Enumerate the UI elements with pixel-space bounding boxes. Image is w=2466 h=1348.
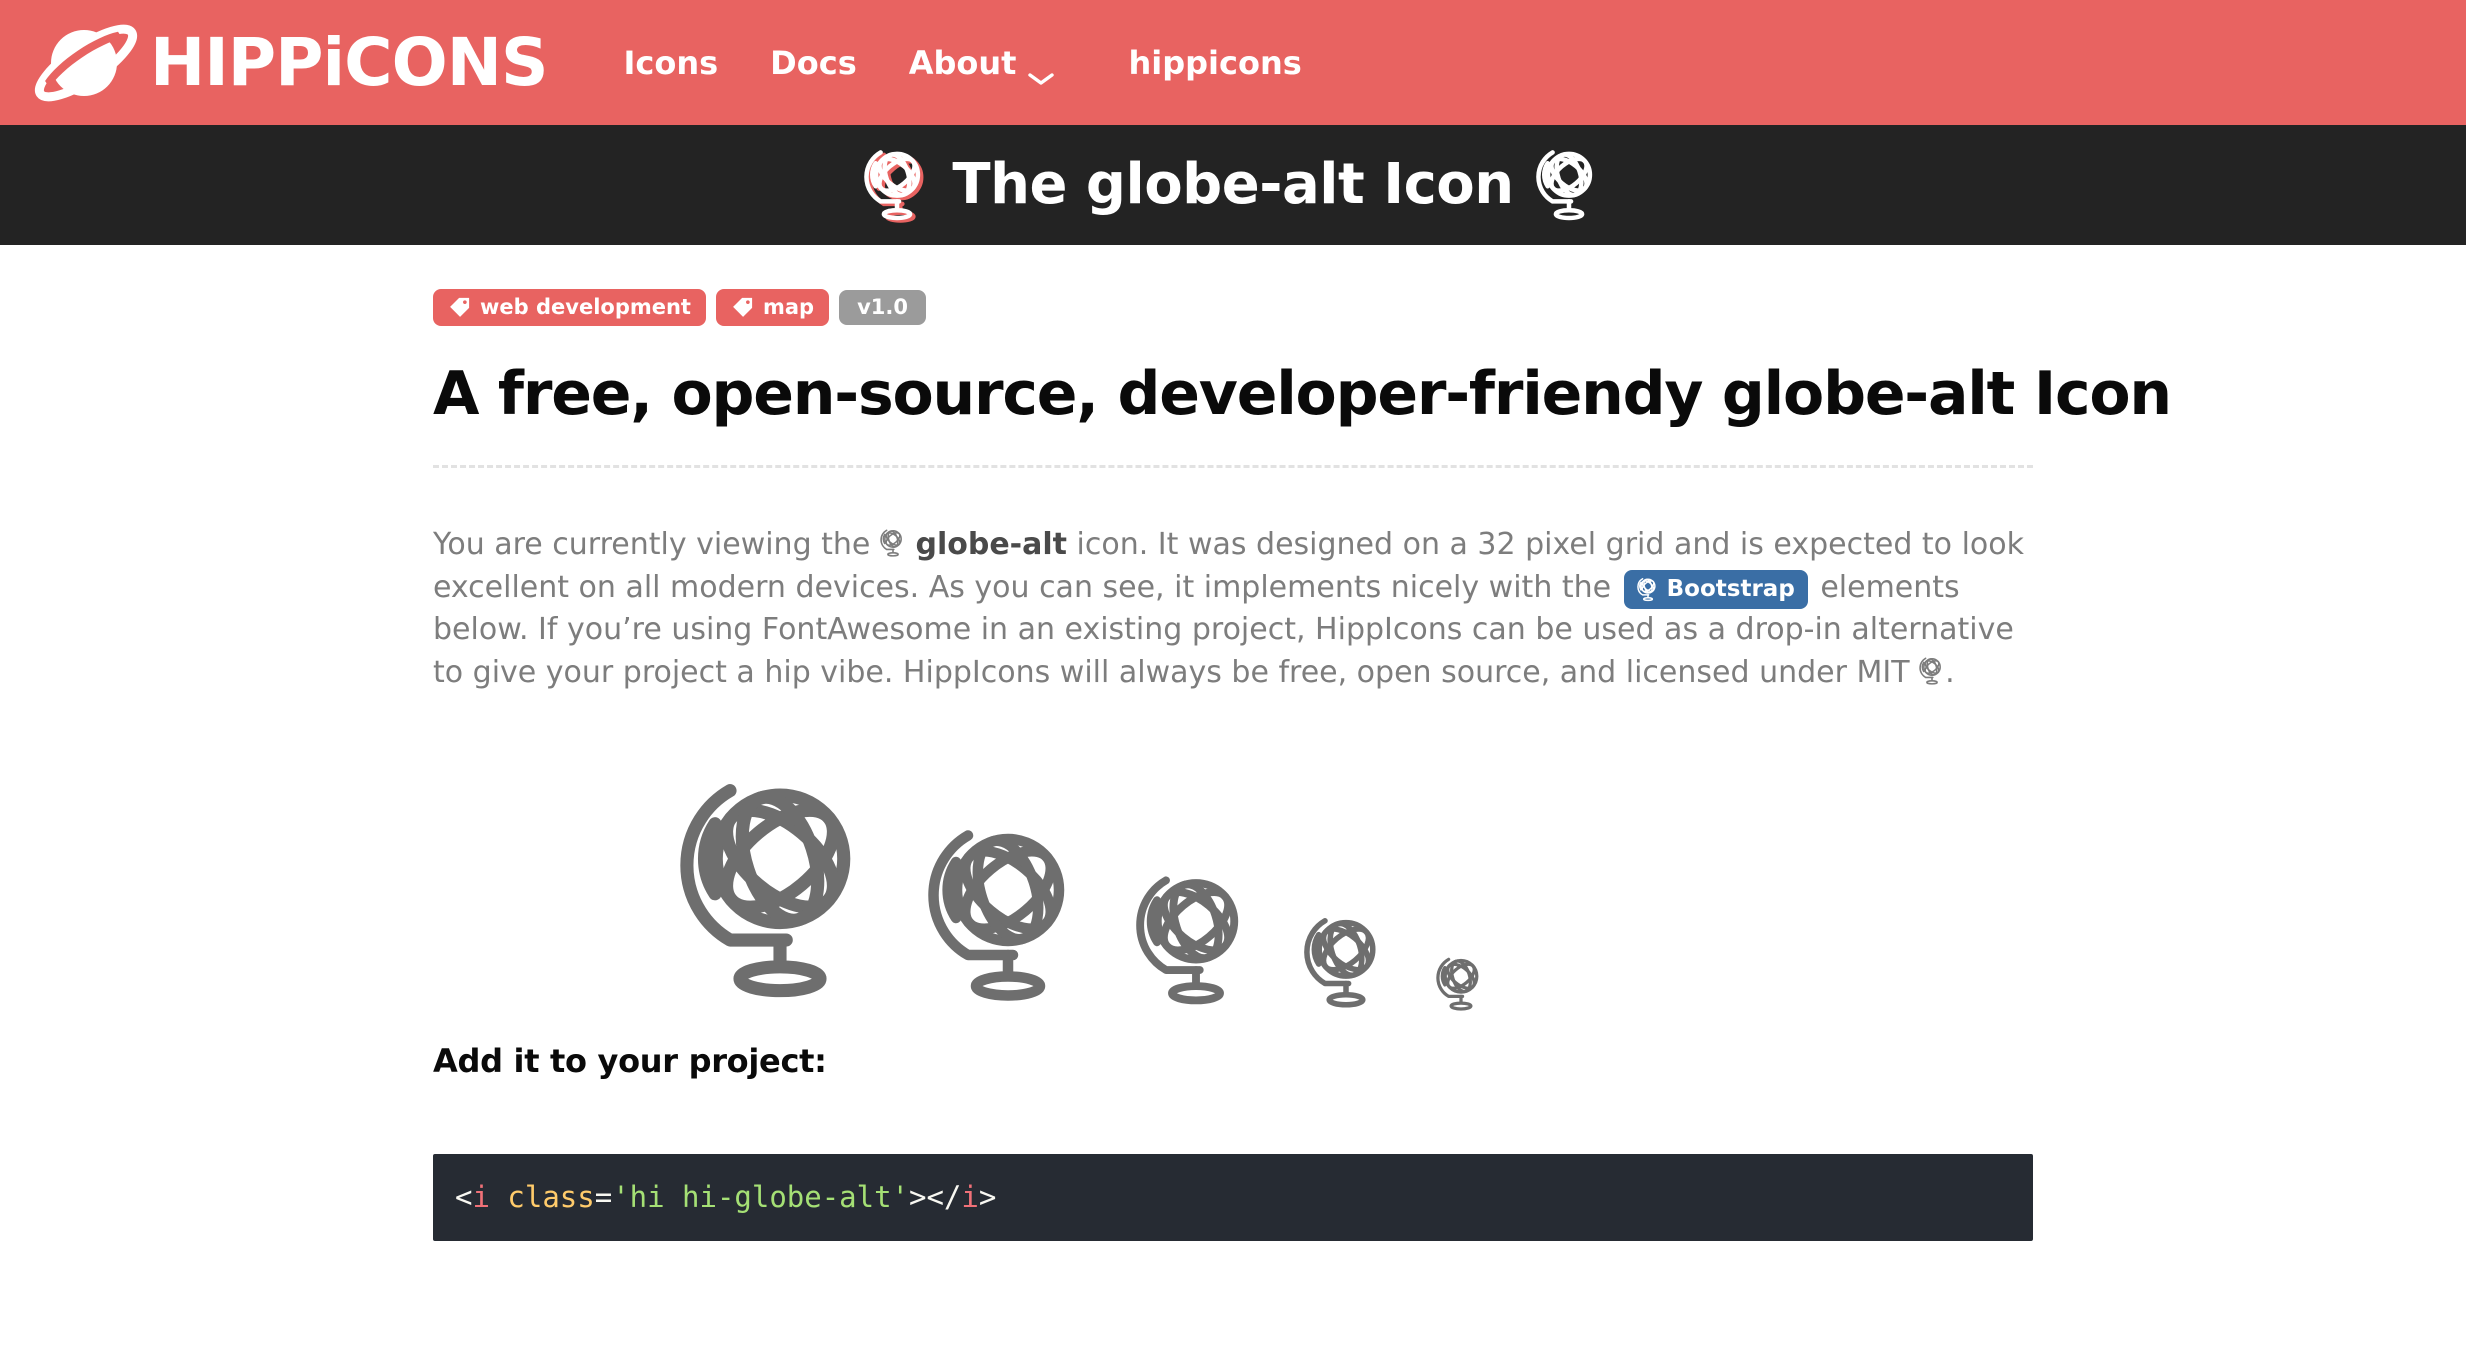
tag-icon xyxy=(731,296,754,319)
code-token-9: > xyxy=(978,1180,997,1215)
badge-map[interactable]: map xyxy=(715,289,830,326)
globe-alt-icon-inline-1 xyxy=(880,527,906,559)
intro-text-part4: . xyxy=(1945,654,1955,690)
intro-text-part1: You are currently viewing the xyxy=(433,527,880,562)
code-token-1: i xyxy=(472,1180,490,1215)
planet-icon xyxy=(34,15,142,111)
icon-name-bold: globe-alt xyxy=(915,527,1067,562)
top-navbar: HIPPiCONS Icons Docs About hippicons xyxy=(0,0,2466,125)
badge-version-label: v1.0 xyxy=(857,295,908,319)
bootstrap-badge[interactable]: Bootstrap xyxy=(1623,569,1808,609)
badge-map-label: map xyxy=(762,295,815,319)
nav-item-docs[interactable]: Docs xyxy=(744,34,883,92)
code-token-4: = xyxy=(594,1180,613,1215)
code-token-3: class xyxy=(507,1180,595,1215)
nav-item-hippicons-label: hippicons xyxy=(1128,43,1302,82)
globe-alt-icon-size-1 xyxy=(680,765,880,1020)
page-content: web development map v1.0 A free, open-so… xyxy=(433,245,2172,1242)
globe-alt-icon-size-4 xyxy=(1304,910,1388,1020)
badge-version: v1.0 xyxy=(839,290,926,325)
globe-alt-icon-size-5 xyxy=(1436,953,1486,1020)
code-token-5: 'hi hi-globe-alt' xyxy=(612,1180,909,1215)
tag-icon xyxy=(448,296,471,319)
nav-item-about[interactable]: About xyxy=(883,34,1081,92)
globe-alt-icon-left xyxy=(864,144,930,226)
badge-web-development-label: web development xyxy=(480,295,691,319)
code-snippet-block[interactable]: <i class='hi hi-globe-alt'></i> xyxy=(433,1154,2033,1242)
nav-item-icons-label: Icons xyxy=(623,43,719,82)
nav-item-docs-label: Docs xyxy=(770,43,857,82)
page-title: The globe-alt Icon xyxy=(952,152,1514,217)
nav-item-icons[interactable]: Icons xyxy=(597,34,744,92)
brand-logo-link[interactable]: HIPPiCONS xyxy=(34,15,548,111)
globe-alt-icon-inline-2 xyxy=(1919,655,1945,687)
brand-name: HIPPiCONS xyxy=(150,23,548,101)
code-token-7: </ xyxy=(926,1180,962,1215)
globe-alt-icon-size-2 xyxy=(928,815,1088,1020)
badge-web-development[interactable]: web development xyxy=(433,289,706,326)
globe-alt-icon-size-3 xyxy=(1136,865,1256,1020)
page-title-bar: The globe-alt Icon xyxy=(0,125,2466,245)
globe-alt-icon-bootstrap xyxy=(1636,576,1659,603)
nav-item-hippicons[interactable]: hippicons xyxy=(1080,34,1327,92)
code-token-8: i xyxy=(961,1180,979,1215)
code-token-2 xyxy=(490,1180,507,1214)
nav-links: Icons Docs About hippicons xyxy=(597,34,1327,92)
page-heading: A free, open-source, developer-friendy g… xyxy=(433,359,2172,429)
intro-paragraph: You are currently viewing the globe-alt … xyxy=(433,524,2033,694)
heading-divider xyxy=(433,465,2033,468)
code-token-0: < xyxy=(455,1180,473,1215)
bootstrap-badge-label: Bootstrap xyxy=(1666,575,1795,602)
badge-list: web development map v1.0 xyxy=(433,289,2033,326)
globe-alt-icon-right xyxy=(1535,144,1602,226)
chevron-down-icon xyxy=(1028,56,1055,85)
nav-item-about-label: About xyxy=(908,43,1017,82)
icon-size-showcase xyxy=(433,720,2033,1020)
code-token-6: > xyxy=(909,1180,927,1215)
subheading-add-to-project: Add it to your project: xyxy=(433,1042,827,1081)
